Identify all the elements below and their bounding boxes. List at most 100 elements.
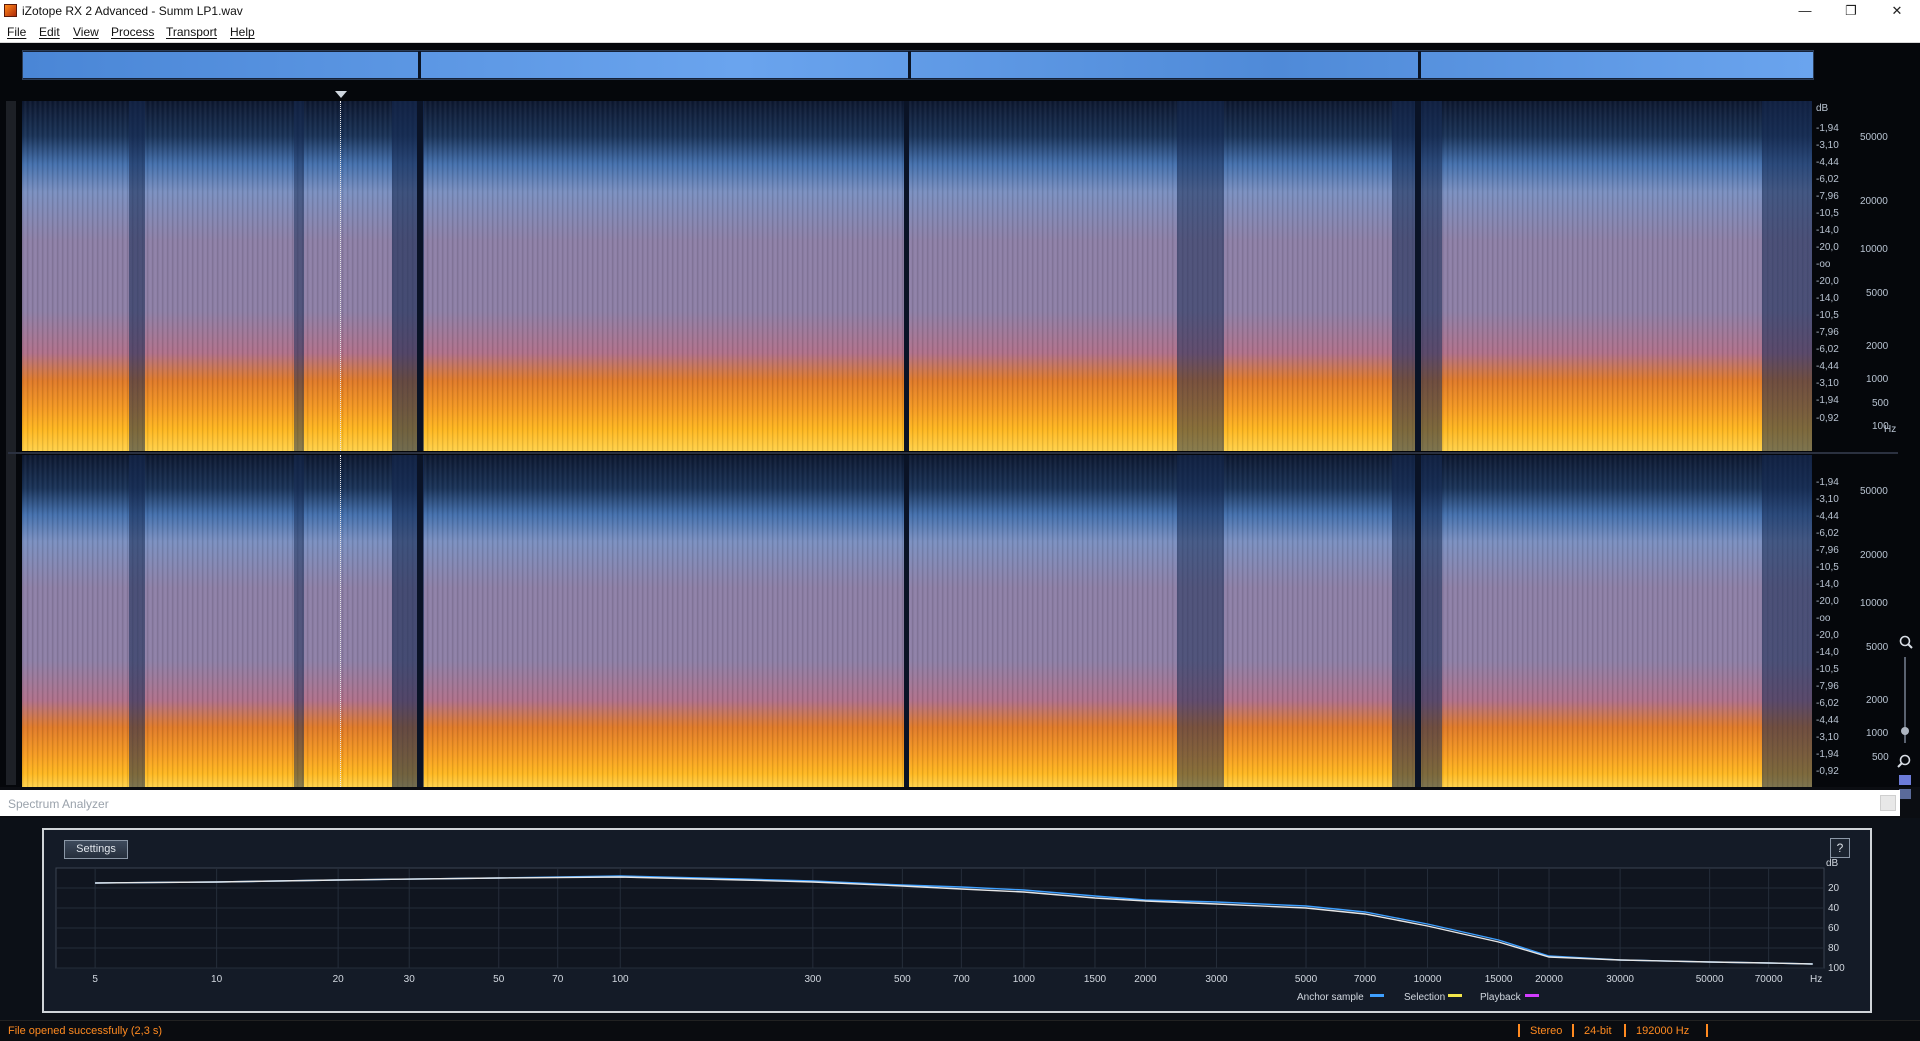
- menu-edit[interactable]: Edit: [39, 25, 60, 39]
- overview-gap: [908, 51, 911, 79]
- x-tick-label: 70: [552, 974, 564, 985]
- db-tick: -7,96: [1816, 191, 1839, 202]
- maximize-button[interactable]: ❐: [1828, 0, 1874, 22]
- sa-db-unit-label: dB: [1826, 858, 1839, 869]
- freq-tick: 5000: [1866, 288, 1889, 299]
- spectrum-chart[interactable]: 5 10 20 30 50 70 100 300 500 700 1000 1500 2000 3000 5…: [44, 830, 1870, 1011]
- overview-waveform[interactable]: [22, 50, 1814, 80]
- zoom-selection-icon[interactable]: [1899, 789, 1911, 799]
- playhead-line: [340, 455, 341, 787]
- x-tick-label: 20000: [1535, 974, 1563, 985]
- db-tick: -1,94: [1816, 395, 1839, 406]
- menu-help[interactable]: Help: [230, 25, 255, 39]
- channel-bar: [6, 101, 16, 785]
- spectrum-analyzer-close-button[interactable]: [1880, 795, 1896, 811]
- x-tick-label: 3000: [1205, 974, 1228, 985]
- legend-anchor-swatch: [1370, 994, 1384, 997]
- spectrum-analyzer-panel: Settings ? 5 10 20 30 50 70 100 300 500 700 1000 15…: [42, 828, 1872, 1013]
- x-tick-label: 1500: [1084, 974, 1107, 985]
- legend-anchor-label: Anchor sample: [1297, 992, 1364, 1003]
- plot-area: [55, 867, 1825, 969]
- menu-process[interactable]: Process: [111, 25, 154, 39]
- silence-gap: [417, 455, 423, 787]
- silence-gap: [904, 455, 909, 787]
- sa-hz-unit-label: Hz: [1810, 974, 1822, 985]
- spectrogram-right-channel[interactable]: [22, 455, 1812, 787]
- db-tick: -3,10: [1816, 494, 1839, 505]
- zoom-fit-icon[interactable]: [1899, 775, 1911, 785]
- db-tick: -10,5: [1816, 310, 1839, 321]
- close-button[interactable]: ✕: [1874, 0, 1920, 22]
- menu-transport[interactable]: Transport: [166, 25, 217, 39]
- db-tick: -14,0: [1816, 225, 1839, 236]
- x-tick-label: 300: [804, 974, 821, 985]
- silence-gap: [904, 101, 909, 451]
- x-tick-label: 5000: [1295, 974, 1318, 985]
- freq-tick: 10000: [1860, 244, 1888, 255]
- y-tick-label: 60: [1828, 923, 1840, 934]
- status-separator: [1572, 1024, 1574, 1037]
- playhead-line: [340, 101, 341, 451]
- x-tick-label: 1000: [1013, 974, 1036, 985]
- minimize-button[interactable]: —: [1782, 0, 1828, 22]
- playhead-marker-icon[interactable]: [335, 91, 347, 98]
- scale-right-channel: -1,94 -3,10 -4,44 -6,02 -7,96 -10,5 -14,…: [1814, 455, 1898, 787]
- db-tick: -4,44: [1816, 715, 1839, 726]
- db-tick: -14,0: [1816, 647, 1839, 658]
- status-separator: [1706, 1024, 1708, 1037]
- db-tick: -14,0: [1816, 293, 1839, 304]
- db-tick: -6,02: [1816, 174, 1839, 185]
- x-tick-label: 5: [92, 974, 98, 985]
- status-message: File opened successfully (2,3 s): [8, 1025, 163, 1037]
- x-tick-label: 10: [211, 974, 223, 985]
- status-bar: File opened successfully (2,3 s) Stereo …: [0, 1020, 1920, 1041]
- overview-gap: [1418, 51, 1421, 79]
- x-tick-label: 20: [333, 974, 345, 985]
- db-tick: -4,44: [1816, 511, 1839, 522]
- silence-gap: [417, 101, 423, 451]
- freq-tick: 50000: [1860, 486, 1888, 497]
- menu-view[interactable]: View: [73, 25, 99, 39]
- db-tick: -6,02: [1816, 698, 1839, 709]
- x-tick-label: 10000: [1414, 974, 1442, 985]
- y-tick-label: 100: [1828, 963, 1845, 974]
- db-tick: -7,96: [1816, 327, 1839, 338]
- db-tick: -1,94: [1816, 477, 1839, 488]
- db-tick: -7,96: [1816, 681, 1839, 692]
- status-bit-depth: 24-bit: [1584, 1025, 1612, 1037]
- freq-tick: 2000: [1866, 695, 1889, 706]
- x-tick-label: 15000: [1485, 974, 1513, 985]
- db-tick: -20,0: [1816, 276, 1839, 287]
- db-tick: -14,0: [1816, 579, 1839, 590]
- db-tick: -20,0: [1816, 242, 1839, 253]
- zoom-slider-thumb[interactable]: [1901, 727, 1909, 735]
- overview-channel-left: [23, 52, 1813, 65]
- zoom-in-icon-handle: [1907, 643, 1913, 649]
- freq-tick: 50000: [1860, 132, 1888, 143]
- x-tick-label: 30: [404, 974, 416, 985]
- channel-divider: [8, 452, 1898, 454]
- spectrogram-left-channel[interactable]: [22, 101, 1812, 451]
- freq-tick: 20000: [1860, 196, 1888, 207]
- spectrum-analyzer-header: Spectrum Analyzer: [0, 790, 1900, 816]
- db-tick: -3,10: [1816, 378, 1839, 389]
- legend-playback-swatch: [1525, 994, 1539, 997]
- db-tick: -1,94: [1816, 123, 1839, 134]
- legend-selection-swatch: [1448, 994, 1462, 997]
- status-sample-rate: 192000 Hz: [1636, 1025, 1690, 1037]
- window-title: iZotope RX 2 Advanced - Summ LP1.wav: [22, 4, 243, 18]
- freq-tick: 1000: [1866, 374, 1889, 385]
- status-separator: [1518, 1024, 1520, 1037]
- x-tick-label: 2000: [1134, 974, 1157, 985]
- menu-file[interactable]: File: [7, 25, 26, 39]
- freq-tick: 5000: [1866, 642, 1889, 653]
- freq-tick: 20000: [1860, 550, 1888, 561]
- db-tick: -4,44: [1816, 361, 1839, 372]
- x-tick-label: 100: [612, 974, 629, 985]
- x-tick-label: 500: [894, 974, 911, 985]
- spectrum-analyzer-title: Spectrum Analyzer: [8, 797, 109, 811]
- zoom-out-icon-handle: [1897, 762, 1903, 768]
- legend-playback-label: Playback: [1480, 992, 1522, 1003]
- freq-tick: 2000: [1866, 341, 1889, 352]
- spectrum-analyzer-area: Settings ? 5 10 20 30 50 70 100 300 500 700 1000 15…: [0, 818, 1920, 1020]
